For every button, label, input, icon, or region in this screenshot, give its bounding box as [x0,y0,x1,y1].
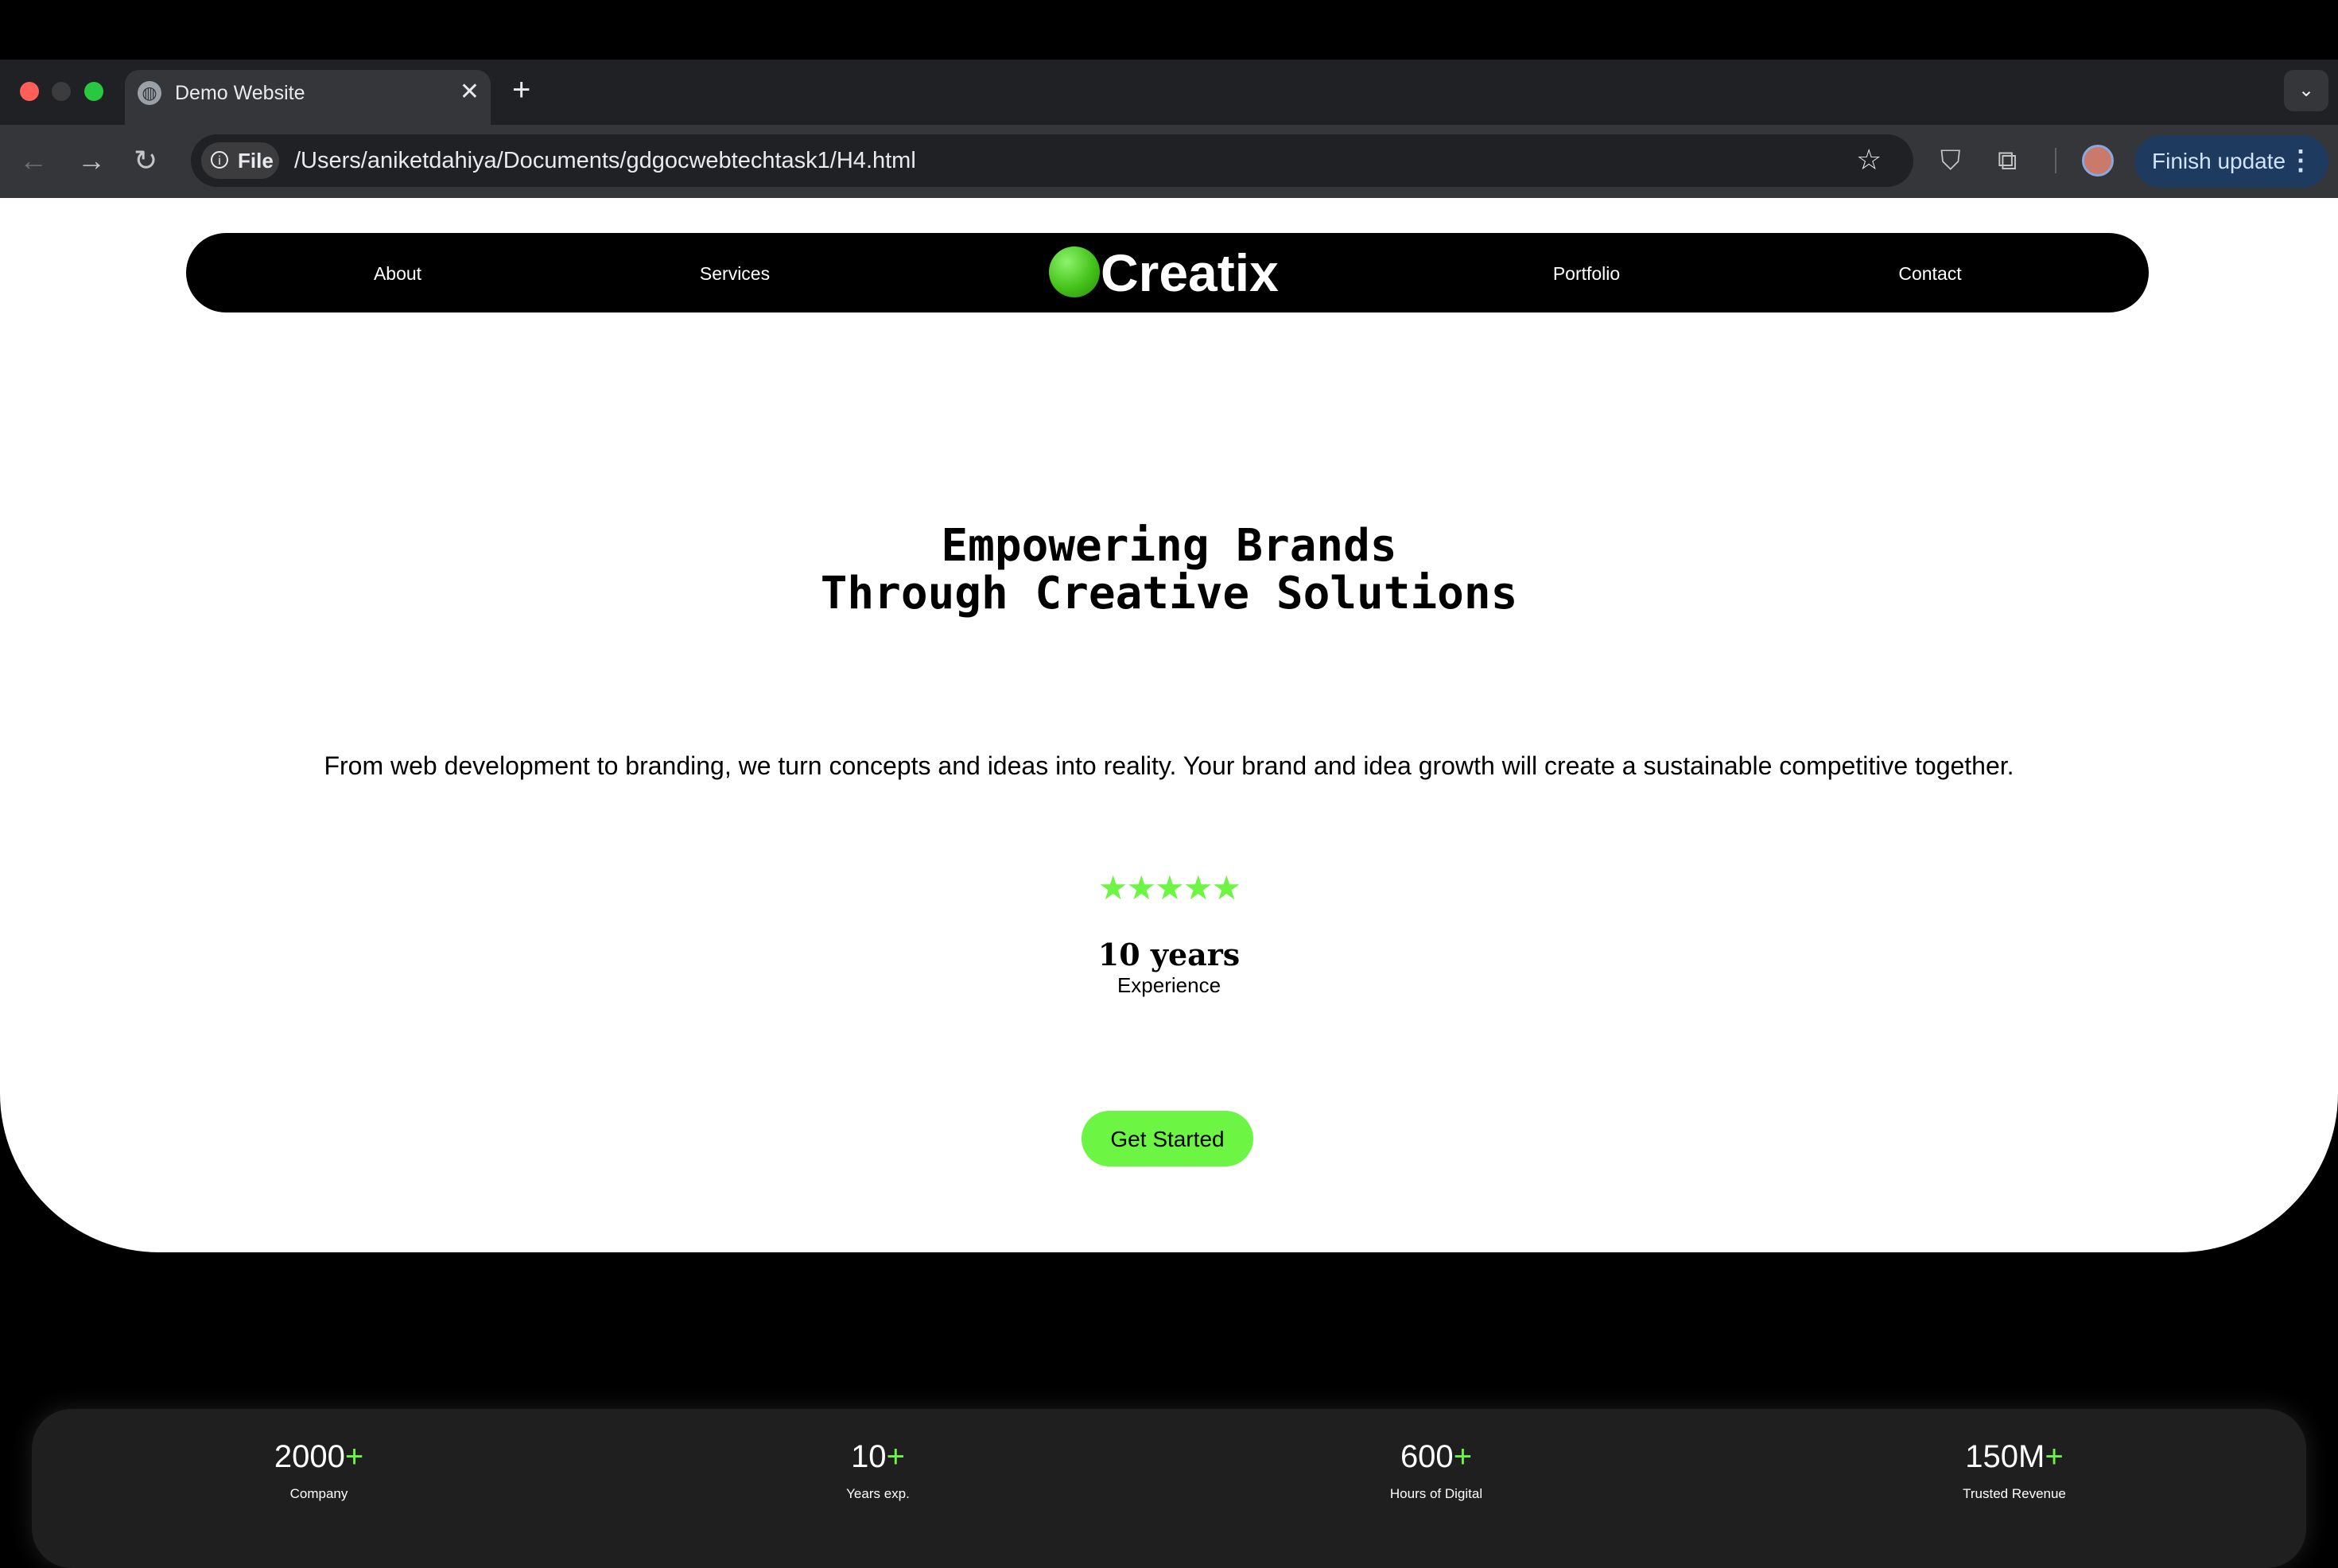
headline-line-2: Through Creative Solutions [820,568,1518,619]
address-bar[interactable]: i File /Users/aniketdahiya/Documents/gdg… [191,134,1913,187]
zoom-window-button[interactable] [84,82,103,101]
rating-stars-icon: ★★★★★ [1097,869,1241,906]
stat-label: Company [289,1486,348,1501]
experience-label: Experience [1117,973,1221,997]
stat-label: Years exp. [846,1486,910,1501]
site-info-chip[interactable]: i File [201,142,279,179]
shield-icon[interactable]: ⛉ [1940,143,1961,178]
avatar[interactable] [2082,145,2114,177]
nav-link-about[interactable]: About [374,262,421,285]
more-menu-icon[interactable]: ⋮ [2287,145,2314,177]
globe-icon: ◍ [138,81,161,105]
close-window-button[interactable] [20,82,39,101]
star-icon[interactable]: ☆ [1856,144,1882,176]
finish-update-label: Finish update [2152,149,2286,173]
nav-link-portfolio[interactable]: Portfolio [1553,262,1620,285]
nav-link-contact[interactable]: Contact [1898,262,1961,285]
stat-item: 600+ Hours of Digital [1390,1438,1482,1503]
toolbar-divider [2055,148,2056,173]
stat-item: 10+ Years exp. [846,1438,910,1503]
chevron-down-icon[interactable]: ⌄ [2284,70,2328,111]
logo-circle-icon [1049,246,1100,297]
close-icon[interactable]: ✕ [460,78,480,107]
forward-arrow-icon[interactable]: → [77,143,106,178]
experience-years: 10 years [1097,937,1241,972]
stat-value: 600+ [1400,1439,1473,1474]
back-arrow-icon[interactable]: ← [19,143,48,178]
headline-line-1: Empowering Brands [941,520,1397,572]
stat-value: 2000+ [274,1439,364,1474]
tab-title: Demo Website [175,82,305,104]
minimize-window-button[interactable] [52,82,71,101]
nav-link-services[interactable]: Services [700,262,770,285]
hero-headline: Empowering Brands Through Creative Solut… [0,522,2338,618]
stat-label: Trusted Revenue [1963,1486,2066,1501]
stat-label: Hours of Digital [1389,1486,1483,1501]
stat-item: 150M+ Trusted Revenue [1963,1438,2066,1503]
get-started-button[interactable]: Get Started [1082,1111,1253,1166]
new-tab-button[interactable]: + [512,74,530,106]
stat-value: 10+ [851,1439,905,1474]
hero-subtext: From web development to branding, we tur… [324,751,2014,780]
finish-update-button[interactable]: Finish update ⋮ [2134,135,2328,188]
url-text[interactable]: /Users/aniketdahiya/Documents/gdgocwebte… [294,146,916,176]
puzzle-icon[interactable]: ⧉ [1998,143,2017,178]
stat-value: 150M+ [1965,1439,2064,1474]
site-info-label: File [238,149,274,173]
stats-card: 2000+ Company 10+ Years exp. 600+ Hours … [32,1409,2306,1568]
hero-section: About Services Creatix Portfolio Contact… [0,198,2338,1252]
site-logo[interactable]: Creatix [1101,243,1279,303]
stat-item: 2000+ Company [274,1438,363,1503]
reload-icon[interactable]: ↻ [134,143,157,178]
info-icon: i [211,151,228,169]
site-navbar: About Services Creatix Portfolio Contact [186,233,2149,312]
browser-tab[interactable]: ◍ Demo Website ✕ [125,70,491,125]
